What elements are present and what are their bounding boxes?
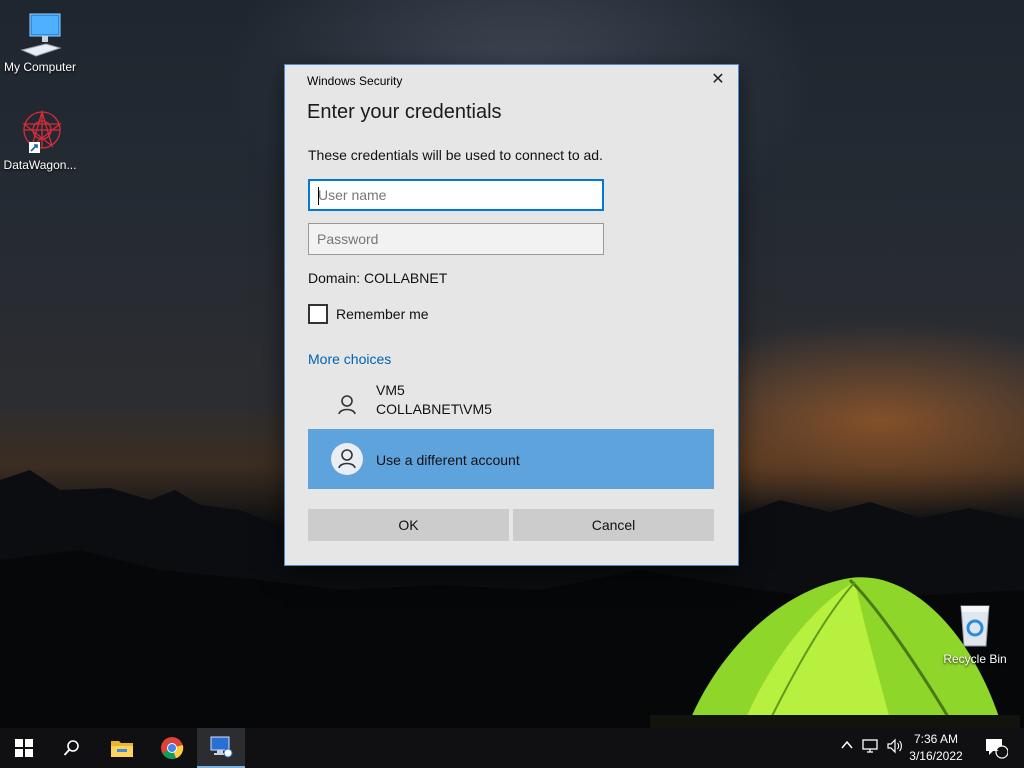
file-explorer-icon [111, 741, 133, 757]
remote-desktop-icon [210, 736, 233, 758]
volume-icon[interactable] [886, 738, 904, 756]
desktop-icon-label: Recycle Bin [943, 652, 1007, 666]
username-input[interactable] [308, 179, 604, 211]
dialog-title: Enter your credentials [307, 101, 502, 123]
taskbar-clock[interactable]: 7:36 AM 3/16/2022 [906, 731, 966, 765]
desktop-icon-my-computer[interactable]: My Computer [0, 10, 80, 74]
taskbar-chrome[interactable] [148, 728, 196, 768]
search-icon [63, 740, 79, 756]
my-computer-icon [16, 10, 64, 58]
password-input[interactable] [308, 223, 604, 255]
notification-count: 1 [993, 743, 999, 754]
desktop-icon-recycle-bin[interactable]: Recycle Bin [935, 602, 1015, 666]
domain-label: Domain: COLLABNET [308, 270, 448, 286]
clock-date: 3/16/2022 [909, 749, 963, 763]
search-button[interactable] [48, 728, 96, 768]
user-icon [331, 389, 363, 421]
remember-me-label[interactable]: Remember me [336, 306, 429, 322]
dialog-description: These credentials will be used to connec… [308, 147, 603, 163]
network-icon[interactable] [862, 738, 880, 756]
cancel-button[interactable]: Cancel [513, 509, 714, 541]
start-button[interactable] [0, 728, 48, 768]
user-icon [331, 443, 363, 475]
account-name: Use a different account [376, 452, 520, 468]
more-choices-link[interactable]: More choices [308, 351, 391, 367]
account-detail: COLLABNET\VM5 [376, 401, 492, 417]
taskbar-file-explorer[interactable] [98, 728, 146, 768]
desktop-icon-label: My Computer [3, 60, 77, 74]
text-caret [318, 187, 319, 205]
account-name: VM5 [376, 382, 405, 398]
start-icon [15, 739, 33, 757]
clock-time: 7:36 AM [913, 732, 959, 746]
taskbar: 7:36 AM 3/16/2022 1 [0, 728, 1024, 768]
desktop-icon-label: DataWagon... [3, 158, 77, 172]
recycle-bin-icon [951, 602, 999, 650]
windows-security-dialog: Windows Security ✕ Enter your credential… [284, 64, 739, 566]
remember-me-checkbox[interactable] [308, 304, 328, 324]
account-option-vm5[interactable]: VM5 COLLABNET\VM5 [308, 375, 714, 435]
close-icon[interactable]: ✕ [708, 71, 728, 91]
datawagon-icon [16, 108, 64, 156]
chrome-icon [161, 737, 184, 760]
chevron-up-icon[interactable] [838, 738, 856, 756]
desktop-icon-datawagon[interactable]: DataWagon... [0, 108, 80, 172]
account-option-different[interactable]: Use a different account [308, 429, 714, 489]
taskbar-remote-desktop[interactable] [197, 728, 245, 768]
dialog-caption: Windows Security [307, 74, 403, 88]
ok-button[interactable]: OK [308, 509, 509, 541]
